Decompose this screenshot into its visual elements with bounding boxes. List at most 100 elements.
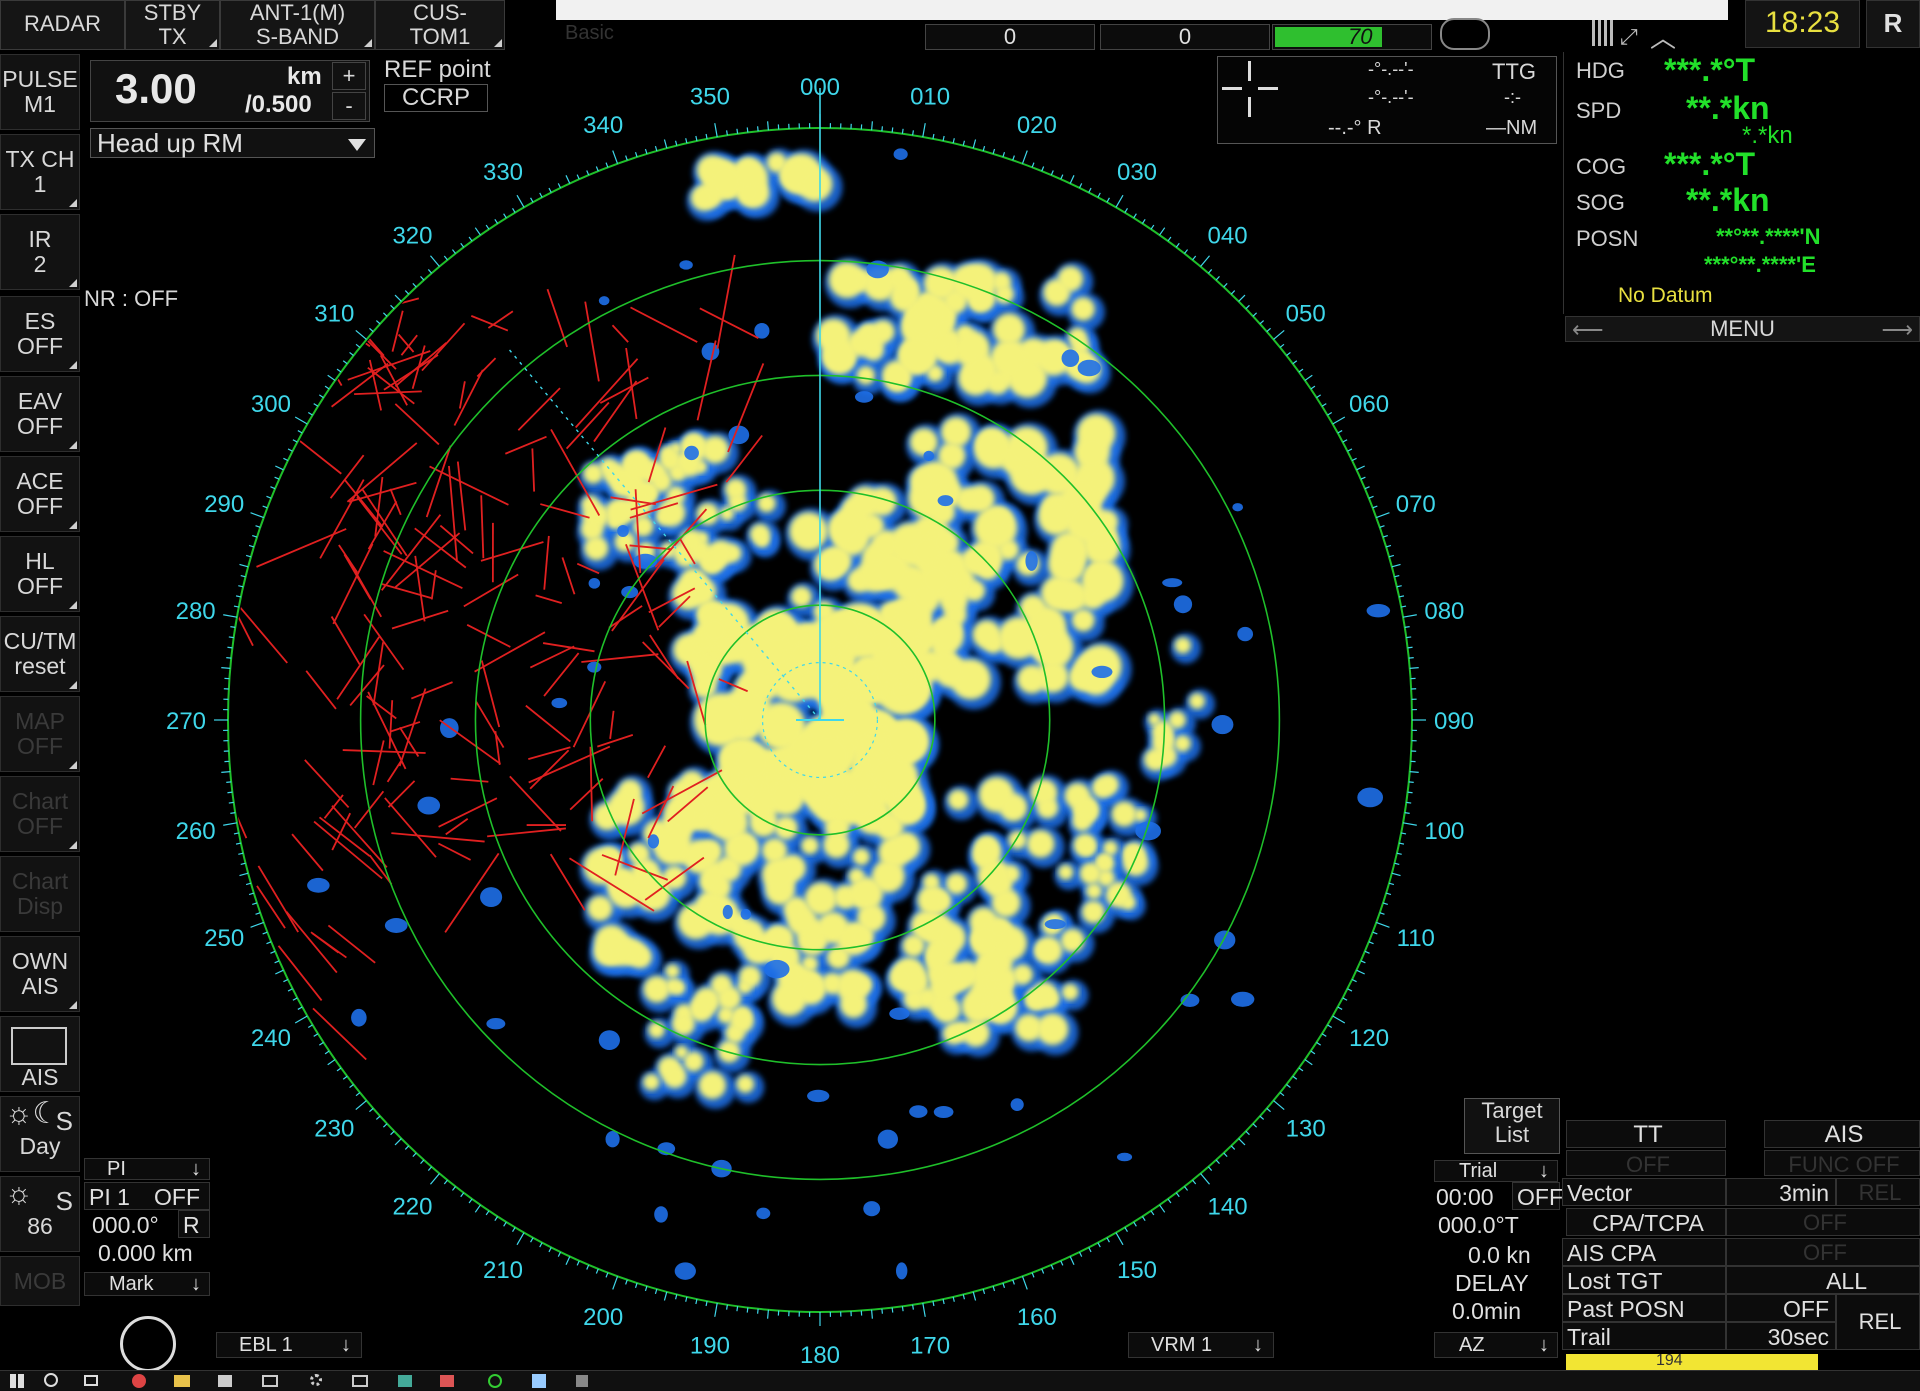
echo-blob — [985, 994, 1012, 1021]
tt-off-button[interactable]: OFF — [1566, 1150, 1726, 1176]
lost-tgt-value[interactable]: ALL — [1726, 1266, 1920, 1294]
cpa-tcpa-button[interactable]: CPA/TCPA — [1566, 1208, 1726, 1236]
trail-line — [364, 614, 403, 669]
bearing-tick — [314, 404, 318, 407]
store-icon[interactable] — [218, 1375, 232, 1387]
vector-mode[interactable]: REL — [1836, 1178, 1920, 1206]
vector-value-text: 3min — [1779, 1180, 1829, 1206]
vector-value[interactable]: 3min — [1726, 1178, 1836, 1206]
echo-blob — [1065, 501, 1107, 543]
echo-blob — [656, 510, 670, 524]
bearing-tick — [1410, 668, 1419, 669]
trail-line — [585, 302, 599, 382]
az-select[interactable]: AZ ↓ — [1434, 1332, 1558, 1358]
echo-blob — [594, 940, 619, 965]
app-icon-4[interactable] — [488, 1374, 502, 1388]
echo-blob — [857, 903, 886, 932]
pi1-toggle[interactable]: OFF — [150, 1182, 210, 1210]
ais-func-label: FUNC OFF — [1788, 1152, 1899, 1177]
bearing-tick — [1333, 1016, 1345, 1023]
lost-tgt-text: Lost TGT — [1567, 1268, 1662, 1294]
bearing-tick — [1299, 1068, 1303, 1071]
bearing-label: 160 — [1017, 1304, 1057, 1331]
search-icon[interactable] — [44, 1373, 58, 1387]
trail-value[interactable]: 30sec — [1726, 1322, 1836, 1350]
mark-header[interactable]: Mark ↓ — [84, 1272, 210, 1296]
bearing-tick — [1273, 1101, 1284, 1110]
app-icon-3[interactable] — [440, 1375, 454, 1387]
echo-speck — [923, 451, 934, 461]
trail-line — [700, 308, 759, 338]
app-icon-5[interactable] — [532, 1374, 546, 1388]
bearing-label: 350 — [690, 84, 730, 111]
trail-rel-button[interactable]: REL — [1836, 1294, 1920, 1350]
bearing-tick — [1311, 386, 1315, 389]
vrm-select[interactable]: VRM 1 ↓ — [1128, 1332, 1274, 1358]
trial-toggle[interactable]: OFF — [1512, 1182, 1560, 1210]
echo-blob — [587, 896, 612, 921]
echo-blob — [1025, 990, 1046, 1011]
echo-blob — [977, 836, 997, 856]
pi-reference-button[interactable]: R — [178, 1210, 210, 1238]
echo-blob — [1036, 1013, 1068, 1045]
echo-blob — [911, 911, 941, 941]
start-icon[interactable] — [10, 1374, 24, 1388]
app-icon-2[interactable] — [398, 1375, 412, 1387]
echo-blob — [1099, 774, 1119, 794]
bearing-tick — [221, 772, 230, 773]
ais-func-button[interactable]: FUNC OFF — [1764, 1150, 1920, 1176]
echo-speck — [617, 525, 629, 537]
bearing-tick — [350, 352, 354, 355]
bearing-tick — [1392, 564, 1401, 566]
trail-line — [590, 747, 592, 822]
target-list-button[interactable]: Target List — [1464, 1098, 1560, 1154]
taskview-icon[interactable] — [84, 1375, 98, 1386]
trial-header[interactable]: Trial ↓ — [1434, 1160, 1558, 1182]
echo-blob — [941, 417, 971, 447]
mail-icon[interactable] — [262, 1375, 278, 1387]
bearing-tick — [1070, 1257, 1074, 1265]
folder-icon[interactable] — [174, 1375, 190, 1387]
delay-value: 0.0min — [1452, 1298, 1521, 1325]
bearing-tick — [469, 237, 472, 241]
echo-blob — [863, 339, 884, 360]
echo-speck — [878, 1130, 898, 1149]
app-icon-1[interactable] — [352, 1375, 368, 1387]
bearing-tick — [993, 149, 994, 154]
bearing-label: 320 — [392, 222, 432, 249]
tt-tab[interactable]: TT — [1566, 1120, 1726, 1148]
ais-tab[interactable]: AIS — [1764, 1120, 1920, 1148]
bearing-tick — [613, 151, 618, 164]
echo-speck — [385, 918, 408, 933]
bearing-label: 020 — [1017, 112, 1057, 139]
bearing-tick — [913, 1305, 914, 1310]
posn-lon: ***°**.****'E — [1704, 252, 1816, 278]
browser-icon[interactable] — [132, 1374, 146, 1388]
bearing-tick — [314, 1034, 318, 1037]
ais-cpa-value[interactable]: OFF — [1726, 1238, 1920, 1266]
bearing-tick — [430, 256, 439, 267]
settings-icon[interactable] — [310, 1374, 322, 1386]
cpa-value[interactable]: OFF — [1726, 1208, 1920, 1236]
echo-blob — [1080, 862, 1102, 884]
menu-bar[interactable]: ⟵ MENU ⟶ — [1565, 316, 1920, 342]
mark-circle-icon[interactable] — [120, 1316, 176, 1372]
echo-blob — [699, 895, 739, 935]
bearing-tick — [1160, 228, 1165, 235]
bearing-tick — [1022, 151, 1027, 164]
bearing-tick — [531, 198, 533, 202]
bearing-tick — [413, 283, 416, 287]
ebl-select[interactable]: EBL 1 ↓ — [216, 1332, 362, 1358]
bearing-tick — [566, 175, 570, 183]
bearing-tick — [369, 328, 373, 331]
bearing-tick — [1224, 1153, 1227, 1157]
bearing-tick — [1107, 198, 1109, 202]
echo-blob — [774, 816, 797, 839]
trail-line — [610, 711, 613, 739]
app-icon-6[interactable] — [576, 1375, 588, 1387]
pi-reference-value: R — [183, 1212, 200, 1238]
pi-header[interactable]: PI ↓ — [84, 1158, 210, 1180]
past-posn-value[interactable]: OFF — [1726, 1294, 1836, 1322]
bearing-tick — [486, 225, 489, 229]
vrm-label: VRM 1 — [1151, 1334, 1212, 1356]
